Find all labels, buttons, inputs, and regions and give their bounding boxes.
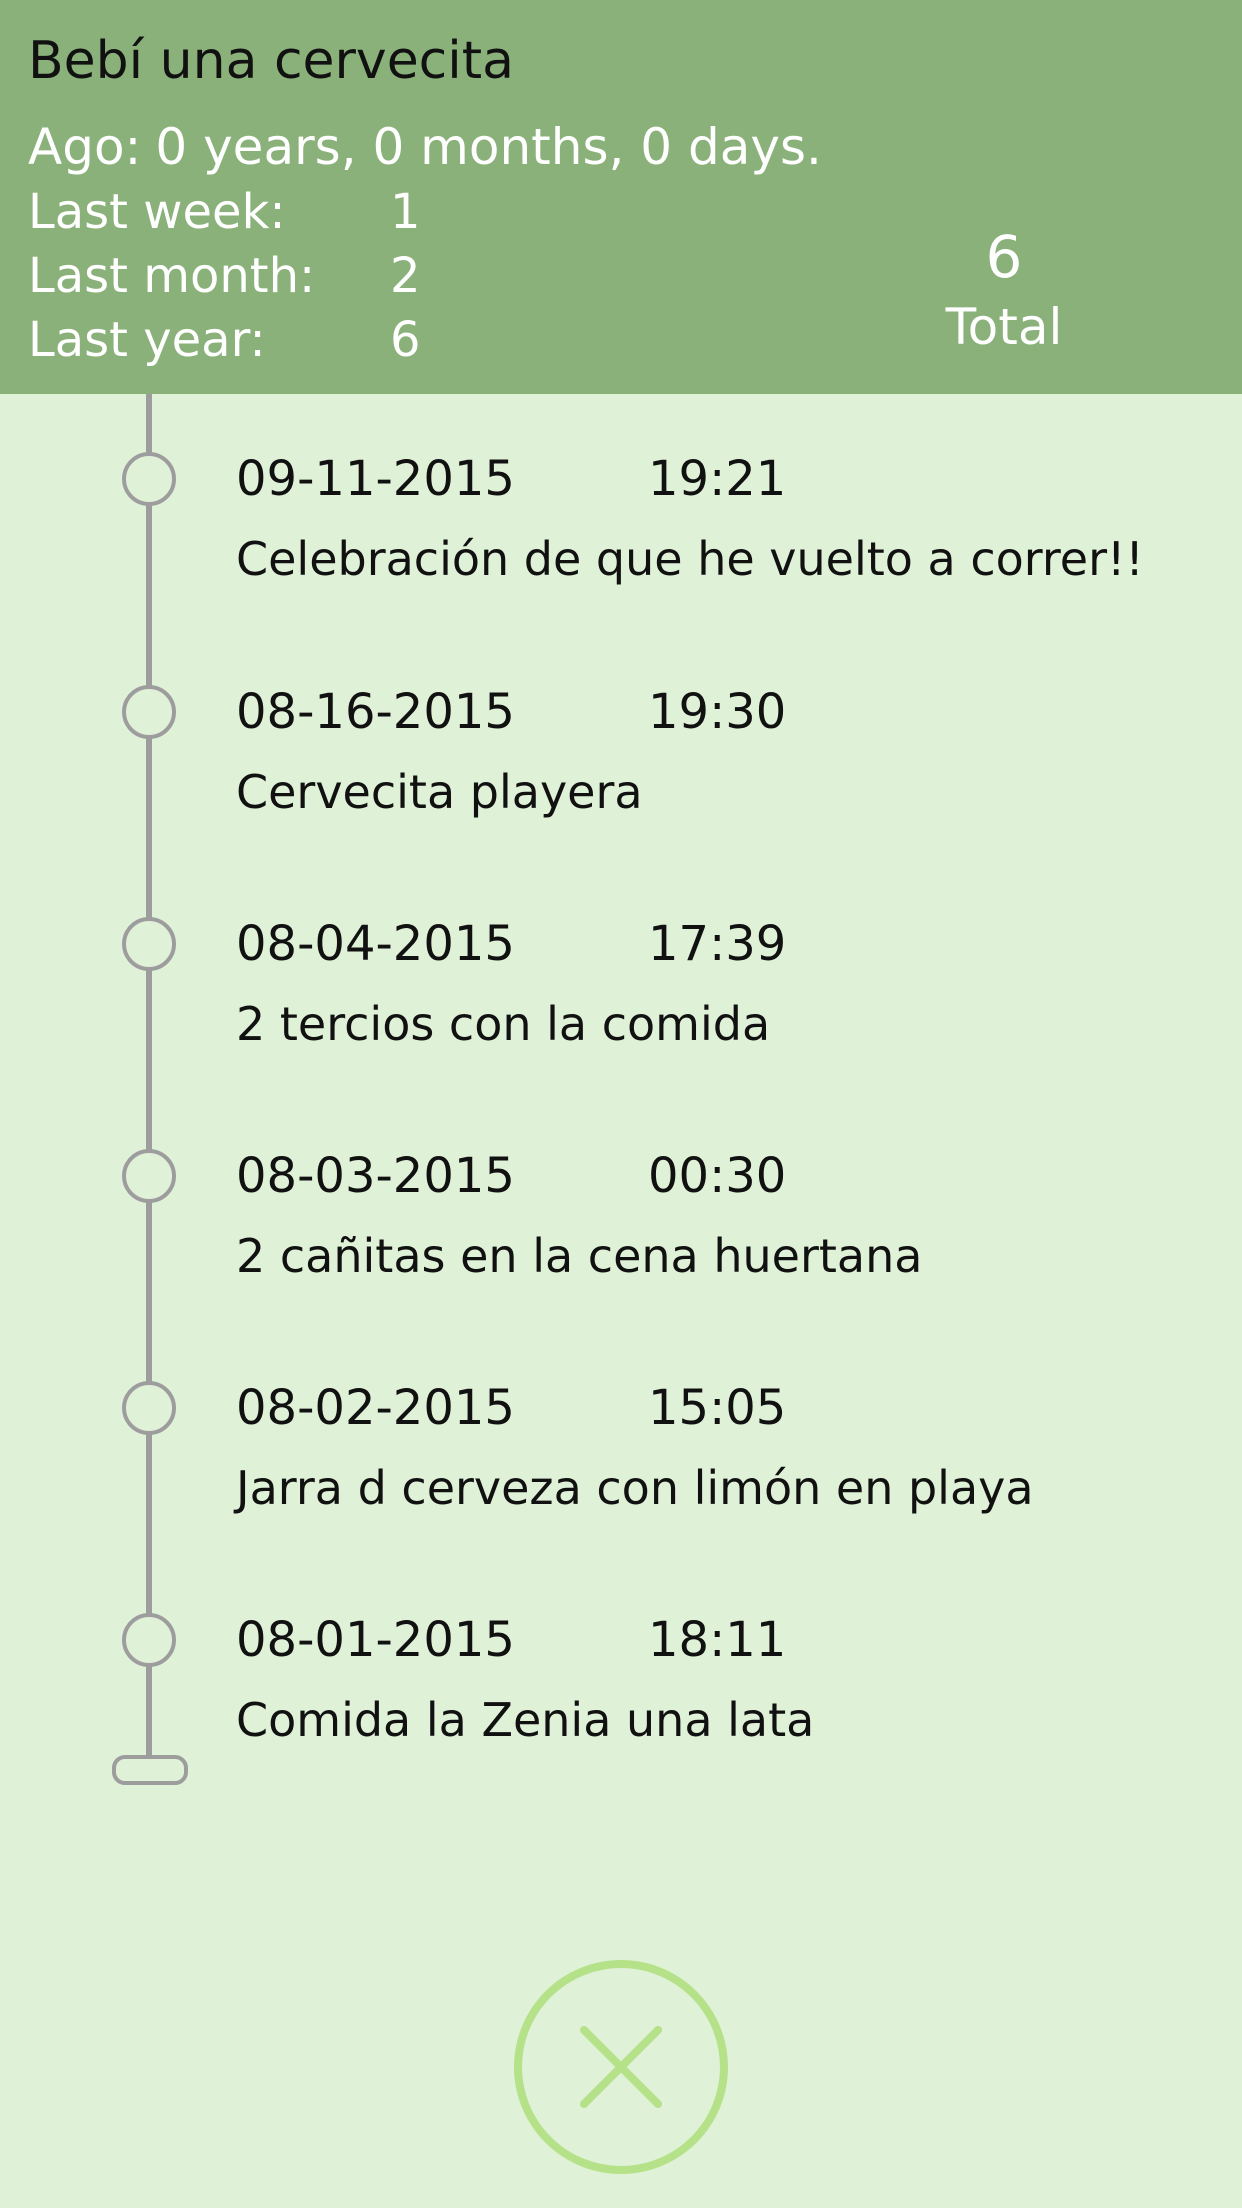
timeline-line <box>146 394 152 1766</box>
total-count: 6 <box>985 223 1023 291</box>
total-label: Total <box>945 298 1063 356</box>
entry-date: 09-11-2015 <box>236 451 515 507</box>
stats-header: Bebí una cervecita Ago: 0 years, 0 months… <box>0 0 1242 394</box>
close-button[interactable] <box>514 1960 728 2174</box>
entry-description: 2 tercios con la comida <box>236 997 771 1051</box>
last-year-value: 6 <box>390 312 421 368</box>
entry-date: 08-04-2015 <box>236 916 515 972</box>
last-week-row: Last week: 1 <box>28 180 421 244</box>
timeline-node <box>122 452 176 506</box>
ago-label: Ago: <box>28 118 142 176</box>
last-year-label: Last year: <box>28 312 266 368</box>
timeline-node <box>122 917 176 971</box>
entry-description: Jarra d cerveza con limón en playa <box>236 1461 1034 1515</box>
close-icon <box>580 2026 662 2108</box>
entry-time: 17:39 <box>648 916 787 972</box>
entry-date: 08-02-2015 <box>236 1380 515 1436</box>
last-year-row: Last year: 6 <box>28 308 421 372</box>
timeline-end-cap <box>112 1755 188 1785</box>
entry-date: 08-01-2015 <box>236 1612 515 1668</box>
timeline-node <box>122 1381 176 1435</box>
last-week-label: Last week: <box>28 184 286 240</box>
timeline-node <box>122 685 176 739</box>
timeline-node <box>122 1613 176 1667</box>
timeline-node <box>122 1149 176 1203</box>
entry-time: 19:30 <box>648 684 787 740</box>
ago-row: Ago: 0 years, 0 months, 0 days. <box>28 112 822 182</box>
entry-time: 18:11 <box>648 1612 787 1668</box>
entry-date: 08-16-2015 <box>236 684 515 740</box>
ago-value: 0 years, 0 months, 0 days. <box>155 118 822 176</box>
entry-description: Comida la Zenia una lata <box>236 1693 815 1747</box>
last-week-value: 1 <box>390 184 421 240</box>
entry-description: Celebración de que he vuelto a correr!! <box>236 532 1144 586</box>
entry-description: 2 cañitas en la cena huertana <box>236 1229 923 1283</box>
entry-date: 08-03-2015 <box>236 1148 515 1204</box>
entry-time: 15:05 <box>648 1380 787 1436</box>
entry-time: 00:30 <box>648 1148 787 1204</box>
last-month-value: 2 <box>390 248 421 304</box>
entry-description: Cervecita playera <box>236 765 643 819</box>
habit-title: Bebí una cervecita <box>28 31 514 91</box>
last-month-label: Last month: <box>28 248 316 304</box>
last-month-row: Last month: 2 <box>28 244 421 308</box>
entry-time: 19:21 <box>648 451 787 507</box>
